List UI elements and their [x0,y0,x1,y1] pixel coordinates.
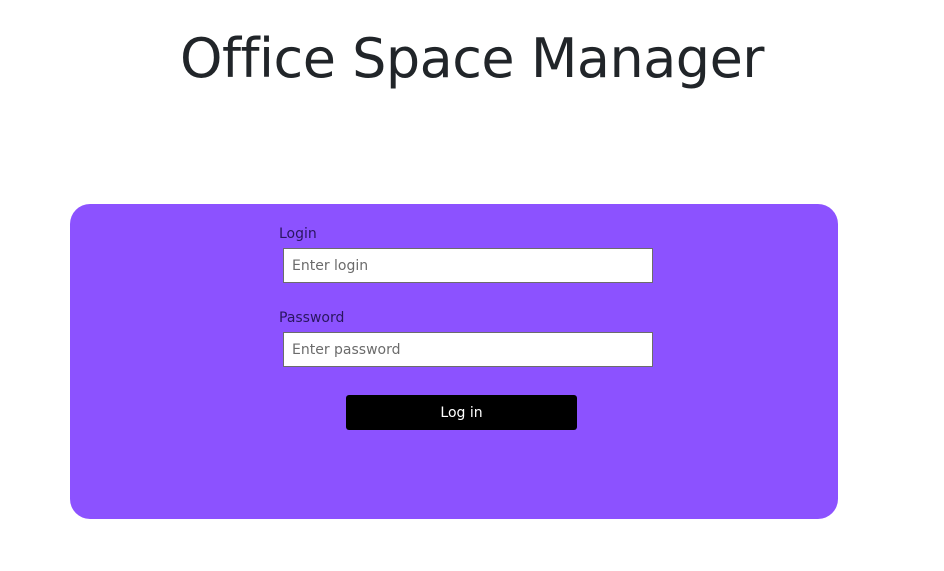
page: Office Space Manager Login Password Log … [0,0,944,571]
password-input[interactable] [283,332,653,367]
password-label: Password [279,310,345,326]
login-input[interactable] [283,248,653,283]
login-label: Login [279,226,317,242]
login-card: Login Password Log in [70,204,838,519]
page-title: Office Space Manager [179,27,765,90]
login-button[interactable]: Log in [346,395,577,430]
